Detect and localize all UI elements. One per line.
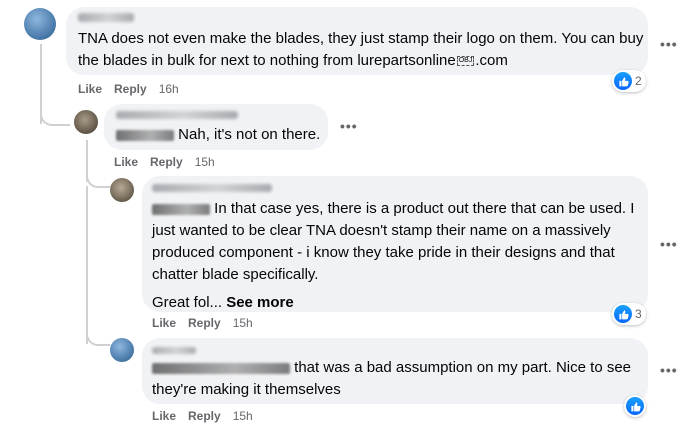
comment-line: produced component - i know they take pr… — [152, 244, 615, 261]
object-placeholder-glyph: OBJ — [456, 56, 475, 67]
comment-text: TNA does not even make the blades, they … — [78, 28, 643, 72]
thumbs-up-icon — [626, 397, 644, 415]
comment-bubble: Nah, it's not on there. — [104, 104, 328, 150]
comment-line: chatter blade specifically. — [152, 266, 319, 283]
reply-button[interactable]: Reply — [188, 316, 221, 330]
comment-bubble: TNA does not even make the blades, they … — [66, 7, 648, 75]
avatar[interactable] — [110, 338, 134, 362]
reaction-badge[interactable]: 3 — [612, 303, 646, 325]
author-name-redacted[interactable] — [78, 13, 134, 22]
avatar[interactable] — [24, 8, 56, 40]
comment-line: they're making it themselves — [152, 381, 341, 398]
comment-line: Great fol... See more — [152, 292, 634, 314]
thread-line-nested — [86, 186, 88, 344]
like-button[interactable]: Like — [78, 82, 102, 96]
reaction-badge[interactable] — [624, 395, 646, 417]
comment-line: TNA does not even make the blades, they … — [78, 30, 644, 47]
thread-line-main-curve — [40, 110, 70, 126]
author-name-redacted[interactable] — [152, 184, 272, 192]
comment-text: In that case yes, there is a product out… — [152, 198, 634, 314]
comment-line: that was a bad assumption on my part. Ni… — [152, 357, 631, 379]
reply-button[interactable]: Reply — [150, 155, 183, 169]
comment-text-segment: .com — [475, 52, 508, 69]
reply-button[interactable]: Reply — [114, 82, 147, 96]
mention-redacted[interactable] — [152, 203, 210, 215]
comment-text-segment: the blades in bulk for next to nothing f… — [78, 52, 456, 69]
comment-actions: Like Reply 16h — [78, 82, 179, 96]
author-name-redacted[interactable] — [152, 347, 196, 354]
reaction-count: 2 — [635, 74, 642, 88]
thumbs-up-icon — [614, 305, 632, 323]
timestamp[interactable]: 16h — [159, 82, 179, 96]
see-more-link[interactable]: See more — [226, 294, 294, 311]
timestamp[interactable]: 15h — [233, 316, 253, 330]
comment-text-segment: that was a bad assumption on my part. Ni… — [294, 359, 632, 376]
comment-line: In that case yes, there is a product out… — [152, 198, 634, 220]
timestamp[interactable]: 15h — [195, 155, 215, 169]
comment-line: just wanted to be clear TNA doesn't stam… — [152, 222, 611, 239]
comment-line: the blades in bulk for next to nothing f… — [78, 50, 643, 72]
thread-line-reply-curve — [86, 172, 110, 188]
more-options-icon[interactable]: ••• — [660, 362, 678, 378]
comment-text: that was a bad assumption on my part. Ni… — [152, 357, 631, 401]
comment-actions: Like Reply 15h — [152, 409, 253, 423]
avatar[interactable] — [74, 110, 98, 134]
thumbs-up-icon — [614, 72, 632, 90]
reply-button[interactable]: Reply — [188, 409, 221, 423]
reaction-badge[interactable]: 2 — [612, 70, 646, 92]
reaction-count: 3 — [635, 307, 642, 321]
more-options-icon[interactable]: ••• — [660, 236, 678, 252]
like-button[interactable]: Like — [114, 155, 138, 169]
comment-text-segment: In that case yes, there is a product out… — [214, 200, 635, 217]
comment-text-segment: Great fol... — [152, 294, 223, 311]
comment-text-segment: Nah, it's not on there. — [178, 126, 321, 143]
more-options-icon[interactable]: ••• — [340, 118, 358, 134]
mention-redacted[interactable] — [116, 129, 174, 141]
timestamp[interactable]: 15h — [233, 409, 253, 423]
comment-bubble: In that case yes, there is a product out… — [142, 176, 648, 312]
thread-line-nested-curve — [86, 330, 110, 346]
comment-text: Nah, it's not on there. — [116, 124, 320, 146]
mention-redacted[interactable] — [152, 362, 290, 374]
more-options-icon[interactable]: ••• — [660, 36, 678, 52]
like-button[interactable]: Like — [152, 409, 176, 423]
comment-actions: Like Reply 15h — [114, 155, 215, 169]
comment-actions: Like Reply 15h — [152, 316, 253, 330]
author-name-redacted[interactable] — [116, 111, 238, 119]
comment-bubble: that was a bad assumption on my part. Ni… — [142, 338, 648, 404]
like-button[interactable]: Like — [152, 316, 176, 330]
avatar[interactable] — [110, 178, 134, 202]
